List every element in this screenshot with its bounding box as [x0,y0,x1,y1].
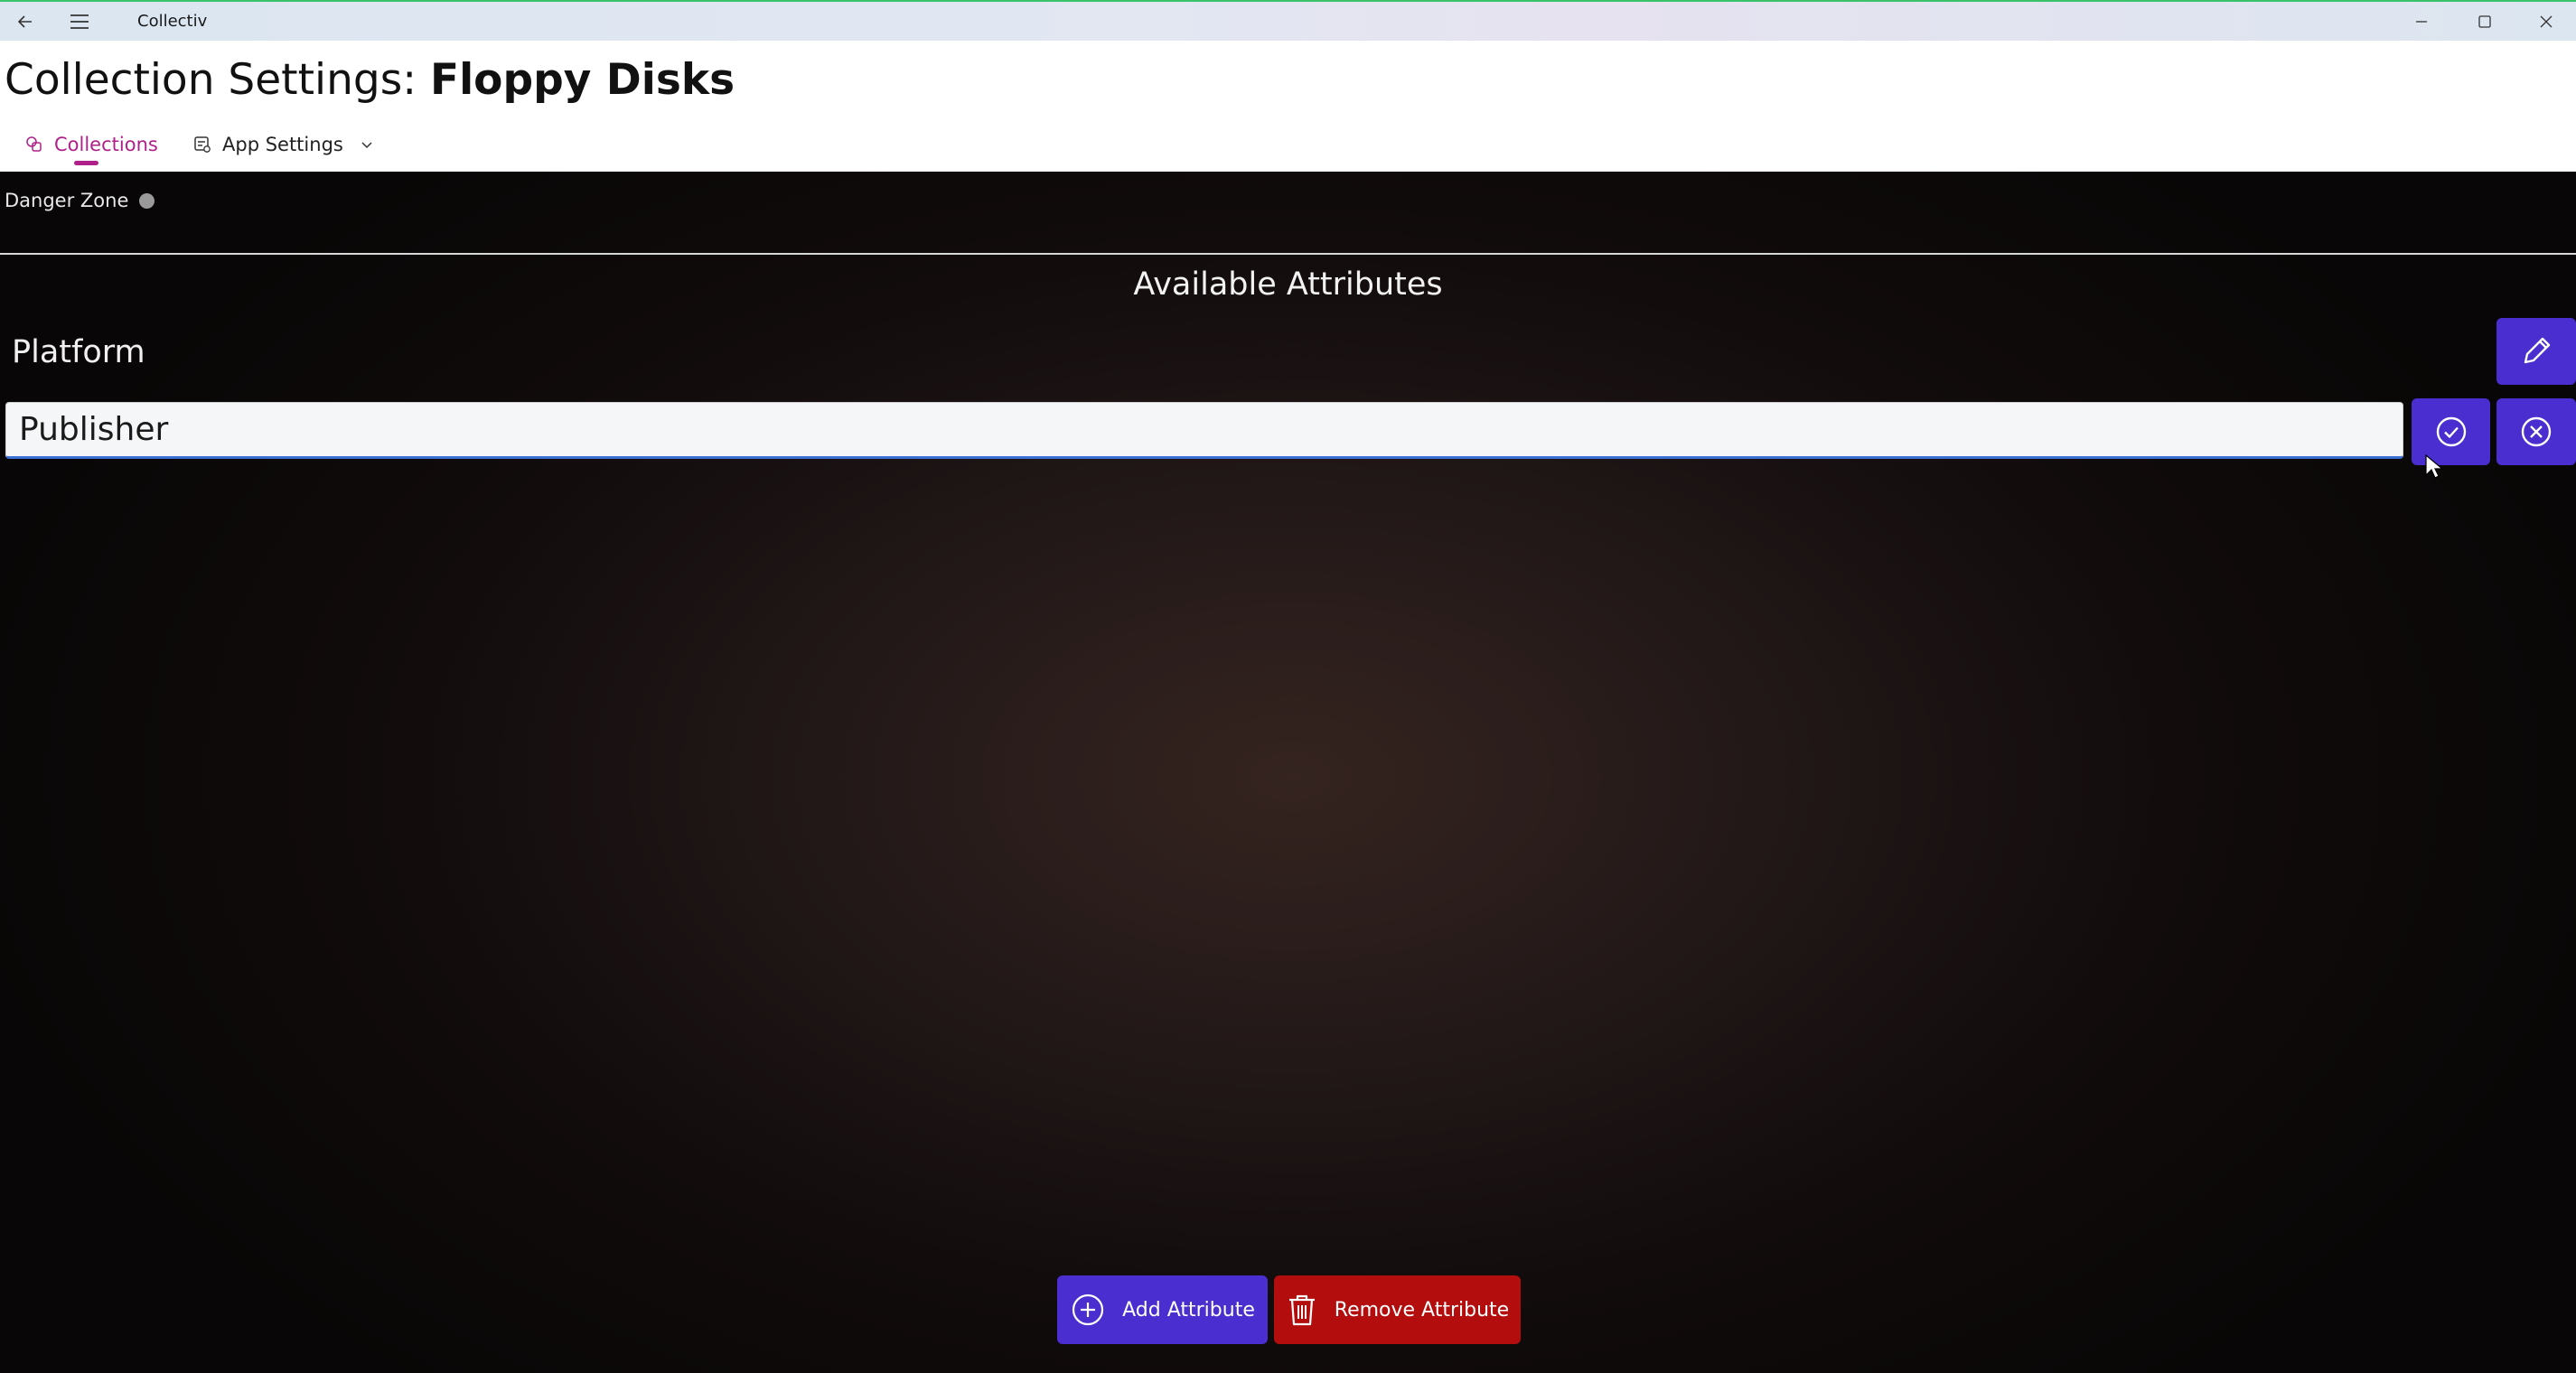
back-button[interactable] [7,4,43,40]
check-circle-icon [2436,416,2466,447]
maximize-icon [2478,15,2491,28]
action-bar: Add Attribute Remove Attribute [0,1275,2576,1348]
window-title: Collectiv [137,12,208,31]
close-circle-icon [2521,416,2552,447]
section-title: Available Attributes [1133,266,1443,303]
add-attribute-button[interactable]: Add Attribute [1057,1275,1268,1344]
window-title-bar: Collectiv [0,0,2576,41]
confirm-edit-button[interactable] [2412,398,2490,465]
add-attribute-label: Add Attribute [1122,1298,1255,1322]
pencil-icon [2524,337,2551,364]
collections-icon [26,136,42,152]
nav-item-collections-label: Collections [54,134,158,155]
danger-zone-indicator [139,192,155,209]
page-header: Collection Settings: Floppy Disks Collec… [0,41,2576,172]
section-divider [0,253,2576,255]
chevron-down-icon [361,142,372,149]
minimize-button[interactable] [2400,4,2443,40]
attribute-label: Platform [12,334,145,370]
page-title: Collection Settings: Floppy Disks [5,53,735,107]
edit-attribute-button[interactable] [2496,318,2576,385]
hamburger-icon [70,14,89,29]
page-title-prefix: Collection Settings: [5,55,430,105]
nav-item-app-settings[interactable]: App Settings [193,122,374,167]
active-tab-indicator [74,161,98,165]
nav-item-collections[interactable]: Collections [25,122,158,167]
danger-zone-toggle[interactable]: Danger Zone [5,190,155,211]
remove-attribute-button[interactable]: Remove Attribute [1274,1275,1521,1344]
collection-name: Floppy Disks [429,55,735,105]
cancel-edit-button[interactable] [2496,398,2576,465]
minimize-icon [2416,21,2427,23]
plus-circle-icon [1073,1294,1104,1326]
top-navigation: Collections App Settings [0,122,2576,167]
main-content: Danger Zone Available Attributes Platfor… [0,172,2576,1373]
nav-item-app-settings-label: App Settings [222,134,343,155]
close-window-button[interactable] [2524,4,2568,40]
hamburger-menu-button[interactable] [61,4,98,40]
back-arrow-icon [17,15,32,28]
maximize-button[interactable] [2463,4,2506,40]
settings-icon [194,136,211,153]
mouse-cursor-icon [2425,454,2443,479]
attribute-name-input[interactable] [5,402,2403,459]
remove-attribute-label: Remove Attribute [1334,1298,1510,1322]
danger-zone-label: Danger Zone [5,190,129,211]
close-icon [2540,15,2553,28]
trash-icon [1288,1294,1315,1326]
